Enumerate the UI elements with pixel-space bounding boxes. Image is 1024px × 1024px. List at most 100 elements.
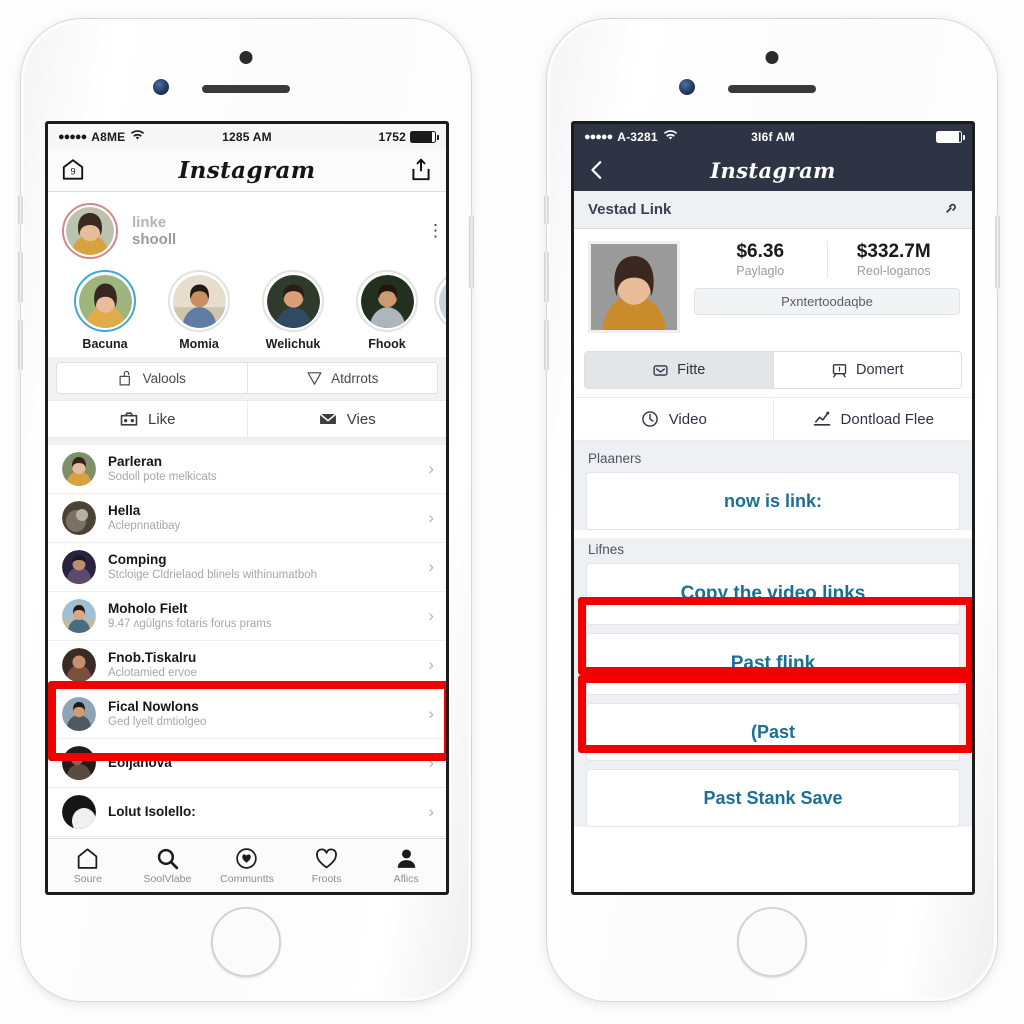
list-item[interactable]: Hella Aclepnnatibay › [48, 494, 446, 543]
battery-icon [936, 130, 965, 143]
list-item-subtitle: Sodoll pote melkicats [108, 471, 217, 484]
story-ring [168, 270, 230, 332]
action-row-1: Valools Atdrrots [56, 362, 438, 394]
avatar [62, 599, 96, 633]
button-past-stank-save[interactable]: Past Stank Save [586, 769, 960, 827]
screen-left: ●●●●● A8ME 1285 AM 1752 9 Instagram link… [45, 121, 449, 895]
feed-list: Parleran Sodoll pote melkicats › Hella A… [48, 445, 446, 837]
story-ring [434, 270, 446, 332]
stat-cell: $332.7M Reol-loganos [826, 241, 961, 278]
heart-icon [314, 846, 339, 871]
tab-label: SoolVlabe [143, 873, 192, 885]
stats-numbers: $6.36 Paylaglo $332.7M Reol-loganos [694, 241, 960, 278]
profile-thumbnail[interactable] [588, 241, 680, 333]
list-item[interactable]: Comping Stcloige Cldrielaod blinels with… [48, 543, 446, 592]
stat-cta-button[interactable]: Pxntertoodaqbe [694, 288, 960, 315]
phone-device-left: ●●●●● A8ME 1285 AM 1752 9 Instagram link… [18, 18, 474, 1002]
share-upload-icon[interactable] [408, 157, 434, 183]
action-button-vies[interactable]: Vies [246, 401, 447, 437]
group-header: Lifnes [588, 542, 625, 557]
volume-down-button[interactable] [18, 319, 23, 371]
tab-froots[interactable]: Froots [287, 846, 367, 885]
section-divider [48, 438, 446, 445]
list-item-subtitle: Ged lyelt dmtiolgeo [108, 716, 207, 729]
tab-label: Communtts [220, 873, 274, 885]
status-bar-right: ●●●●● A-3281 3I6f AM [574, 124, 972, 149]
action-label: Video [668, 410, 707, 428]
list-item[interactable]: Eoljanova › [48, 739, 446, 788]
home-button[interactable] [211, 907, 281, 977]
volume-up-button[interactable] [544, 251, 549, 303]
story-item-partial[interactable] [434, 270, 446, 351]
tab-soure[interactable]: Soure [48, 846, 128, 885]
search-icon [155, 846, 180, 871]
stories-rail[interactable]: Bacuna Momia Welichuk Fhook [48, 268, 446, 357]
list-item[interactable]: Moholo Fielt 9.47 ʌgülgns fotaris forus … [48, 592, 446, 641]
action-row-wrapper: Valools Atdrrots [48, 357, 446, 400]
profile-header[interactable]: linke shooll ⋮ [48, 192, 446, 268]
avatar [62, 697, 96, 731]
button-past[interactable]: (Past [586, 703, 960, 761]
action-button-download[interactable]: Dontload Flee [772, 398, 973, 440]
chevron-right-icon: › [428, 655, 434, 674]
clock-icon [640, 409, 660, 429]
action-button-valools[interactable]: Valools [57, 363, 247, 393]
stat-cell: $6.36 Paylaglo [694, 241, 827, 278]
profile-line-1: linke [132, 213, 167, 231]
avatar[interactable] [62, 203, 118, 259]
story-item[interactable]: Bacuna [58, 270, 152, 351]
list-item-title: Parleran [108, 453, 163, 469]
kebab-menu-icon[interactable]: ⋮ [427, 222, 444, 238]
section-title: Vestad Link [588, 201, 672, 218]
story-item[interactable]: Momia [152, 270, 246, 351]
action-button-video[interactable]: Video [574, 398, 773, 440]
list-item[interactable]: Parleran Sodoll pote melkicats › [48, 445, 446, 494]
chevron-right-icon: › [428, 459, 434, 478]
status-time: 3I6f AM [751, 129, 795, 144]
action-button-like[interactable]: Like [48, 401, 247, 437]
stats-card: $6.36 Paylaglo $332.7M Reol-loganos Pxnt… [574, 229, 972, 345]
front-camera-icon [765, 51, 779, 64]
list-item[interactable]: Lolut Isolello: › [48, 788, 446, 837]
story-ring [356, 270, 418, 332]
silent-switch[interactable] [544, 195, 549, 225]
chevron-right-icon: › [428, 704, 434, 723]
volume-up-button[interactable] [18, 251, 23, 303]
button-past-flink[interactable]: Past flink [586, 633, 960, 695]
silent-switch[interactable] [18, 195, 23, 225]
camera-icon [119, 409, 139, 429]
screenshot-canvas: ●●●●● A8ME 1285 AM 1752 9 Instagram link… [0, 0, 1024, 1024]
story-item[interactable]: Welichuk [246, 270, 340, 351]
tab-communtts[interactable]: Communtts [207, 846, 287, 885]
tab-soolvlabe[interactable]: SoolVlabe [128, 846, 208, 885]
home-button[interactable] [737, 907, 807, 977]
action-button-atdrrots[interactable]: Atdrrots [246, 363, 438, 393]
chevron-left-icon[interactable] [586, 159, 608, 181]
action-label: Like [147, 410, 176, 428]
story-item[interactable]: Fhook [340, 270, 434, 351]
volume-down-button[interactable] [544, 319, 549, 371]
segment-fitte[interactable]: Fitte [585, 352, 773, 388]
avatar [62, 501, 96, 535]
home-badge-icon[interactable]: 9 [60, 157, 86, 183]
segmented-control: Fitte Domert [584, 351, 962, 389]
button-copy-video-links[interactable]: Copy the video links [586, 563, 960, 625]
tab-aflics[interactable]: Aflics [366, 846, 446, 885]
list-item-title: Hella [108, 502, 141, 518]
power-button[interactable] [995, 215, 1000, 289]
badge-heart-icon [234, 846, 259, 871]
segment-domert[interactable]: Domert [772, 352, 961, 388]
chevron-right-icon: › [428, 508, 434, 527]
envelope-icon [318, 409, 338, 429]
wifi-icon [130, 129, 145, 144]
person-icon [394, 846, 419, 871]
segment-label: Domert [855, 362, 904, 378]
story-label: Momia [179, 337, 219, 351]
list-item[interactable]: Fnob.Tiskalru Aclotamied ervoe › [48, 641, 446, 690]
link-chain-icon[interactable] [940, 201, 958, 219]
chevron-right-icon: › [428, 606, 434, 625]
list-item-highlighted[interactable]: Fical Nowlons Ged lyelt dmtiolgeo › [48, 690, 446, 739]
wifi-icon [663, 129, 678, 144]
power-button[interactable] [469, 215, 474, 289]
button-now-is-link[interactable]: now is link: [586, 472, 960, 530]
